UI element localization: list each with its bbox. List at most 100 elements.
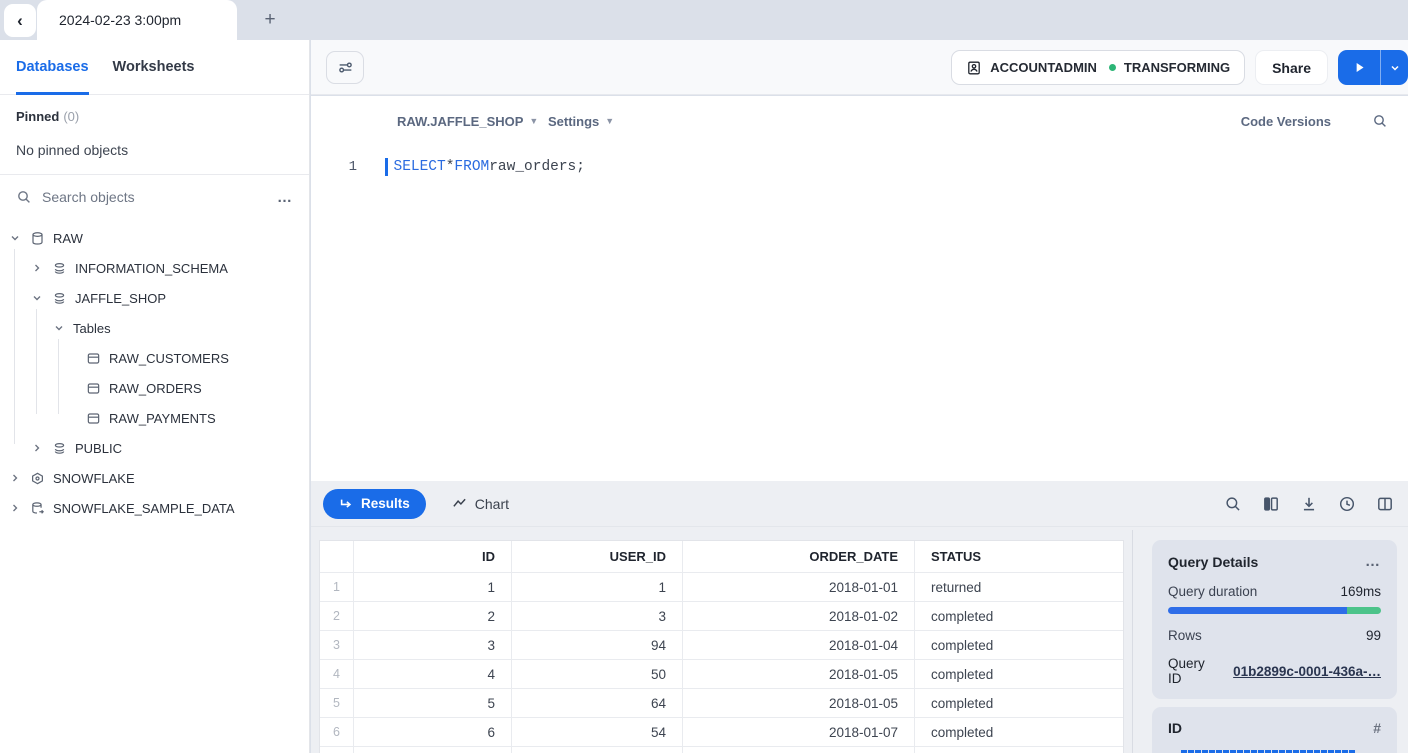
chevron-right-icon[interactable] <box>30 442 44 454</box>
back-button[interactable]: ‹ <box>4 4 36 37</box>
tree-item-label: PUBLIC <box>75 441 122 456</box>
columns-button[interactable] <box>1262 495 1280 513</box>
tree-item-label: SNOWFLAKE <box>53 471 135 486</box>
text-cursor <box>385 158 388 176</box>
chart-line-icon <box>452 496 467 511</box>
cell-status[interactable]: returned <box>914 573 1123 601</box>
tree-item-raw-payments[interactable]: RAW_PAYMENTS <box>0 403 309 433</box>
tree-item-raw-customers[interactable]: RAW_CUSTOMERS <box>0 343 309 373</box>
search-options-button[interactable]: … <box>277 189 293 206</box>
tree-item-information-schema[interactable]: INFORMATION_SCHEMA <box>0 253 309 283</box>
cell-user-id[interactable]: 50 <box>511 660 682 688</box>
run-options-button[interactable] <box>1380 50 1408 85</box>
role-badge-icon <box>966 60 982 76</box>
worksheet-options-button[interactable] <box>326 51 364 84</box>
cell-user-id[interactable]: 94 <box>511 631 682 659</box>
cell-order-date[interactable]: 2018-01-05 <box>682 660 914 688</box>
cell-status[interactable]: completed <box>914 631 1123 659</box>
query-duration-value: 169ms <box>1340 584 1381 599</box>
cell-status[interactable]: completed <box>914 660 1123 688</box>
query-details-menu-button[interactable]: … <box>1365 553 1381 570</box>
query-duration-bar <box>1168 607 1381 614</box>
share-button[interactable]: Share <box>1255 50 1328 85</box>
tree-item-tables[interactable]: Tables <box>0 313 309 343</box>
sql-editor[interactable]: RAW.JAFFLE_SHOP ▼ Settings ▼ Code Versio… <box>311 96 1408 481</box>
run-button[interactable] <box>1338 50 1380 85</box>
cell-id[interactable]: 4 <box>353 660 511 688</box>
table-row[interactable]: 2 2 3 2018-01-02 completed <box>320 601 1123 630</box>
cell-order-date[interactable]: 2018-01-01 <box>682 573 914 601</box>
tab-worksheets[interactable]: Worksheets <box>113 40 195 95</box>
tree-item-snowflake-sample-data[interactable]: SNOWFLAKE_SAMPLE_DATA <box>0 493 309 523</box>
run-button-group <box>1338 50 1408 85</box>
chevron-down-icon[interactable] <box>30 292 44 304</box>
results-panel: Results Chart ID USER_ID ORDER_DATE STAT… <box>311 481 1408 753</box>
tree-item-snowflake[interactable]: SNOWFLAKE <box>0 463 309 493</box>
results-side-panel: Query Details … Query duration 169ms Row… <box>1152 540 1397 753</box>
table-row[interactable]: 5 5 64 2018-01-05 completed <box>320 688 1123 717</box>
sliders-icon <box>337 59 354 76</box>
settings-dropdown[interactable]: Settings ▼ <box>548 114 614 129</box>
cell-user-id[interactable]: 3 <box>511 602 682 630</box>
split-panel-button[interactable] <box>1376 495 1394 513</box>
tree-item-label: Tables <box>73 321 111 336</box>
table-row[interactable]: 4 4 50 2018-01-05 completed <box>320 659 1123 688</box>
play-icon <box>1353 61 1366 74</box>
database-schema-dropdown[interactable]: RAW.JAFFLE_SHOP ▼ <box>397 114 538 129</box>
cell-id[interactable]: 3 <box>353 631 511 659</box>
cell-user-id[interactable]: 54 <box>511 718 682 746</box>
hash-icon[interactable]: # <box>1373 720 1381 736</box>
chevron-right-icon[interactable] <box>30 262 44 274</box>
code-line-1[interactable]: 1 SELECT * FROM raw_orders; <box>311 156 1408 178</box>
editor-search-button[interactable] <box>1372 113 1388 129</box>
cell-order-date[interactable]: 2018-01-04 <box>682 631 914 659</box>
cell-user-id[interactable]: 64 <box>511 689 682 717</box>
cell-order-date[interactable]: 2018-01-02 <box>682 602 914 630</box>
pinned-section-header: Pinned(0) <box>0 95 309 124</box>
add-tab-button[interactable]: + <box>258 8 282 32</box>
tree-item-raw[interactable]: RAW <box>0 223 309 253</box>
worksheet-tab[interactable]: 2024-02-23 3:00pm <box>37 0 237 40</box>
cell-id[interactable]: 6 <box>353 718 511 746</box>
table-row[interactable]: 3 3 94 2018-01-04 completed <box>320 630 1123 659</box>
search-results-button[interactable] <box>1224 495 1242 513</box>
tab-chart[interactable]: Chart <box>452 496 509 512</box>
tab-results[interactable]: Results <box>323 489 426 519</box>
cell-status[interactable]: completed <box>914 602 1123 630</box>
query-id-link[interactable]: 01b2899c-0001-436a-… <box>1233 664 1381 679</box>
chevron-right-icon[interactable] <box>8 472 22 484</box>
cell-id[interactable]: 5 <box>353 689 511 717</box>
tab-databases[interactable]: Databases <box>16 40 89 95</box>
table-icon <box>85 381 102 396</box>
tree-item-jaffle-shop[interactable]: JAFFLE_SHOP <box>0 283 309 313</box>
cell-id[interactable]: 2 <box>353 602 511 630</box>
chevron-down-icon[interactable] <box>52 322 66 334</box>
query-history-button[interactable] <box>1338 495 1356 513</box>
cell-order-date[interactable]: 2018-01-07 <box>682 718 914 746</box>
cell-id[interactable]: 1 <box>353 573 511 601</box>
cell-status[interactable]: completed <box>914 689 1123 717</box>
context-selector-button[interactable]: ACCOUNTADMIN TRANSFORMING <box>951 50 1245 85</box>
chevron-right-icon[interactable] <box>8 502 22 514</box>
tree-item-raw-orders[interactable]: RAW_ORDERS <box>0 373 309 403</box>
tree-item-public[interactable]: PUBLIC <box>0 433 309 463</box>
table-row[interactable]: 6 6 54 2018-01-07 completed <box>320 717 1123 746</box>
table-row[interactable]: 1 1 1 2018-01-01 returned <box>320 572 1123 601</box>
cell-order-date[interactable]: 2018-01-05 <box>682 689 914 717</box>
column-header-order-date[interactable]: ORDER_DATE <box>682 541 914 572</box>
cell-status[interactable]: completed <box>914 718 1123 746</box>
tree-item-label: RAW_PAYMENTS <box>109 411 216 426</box>
cell-user-id[interactable]: 1 <box>511 573 682 601</box>
column-header-user-id[interactable]: USER_ID <box>511 541 682 572</box>
column-header-id[interactable]: ID <box>353 541 511 572</box>
duration-bar-green <box>1347 607 1381 614</box>
object-search[interactable]: Search objects … <box>0 175 309 219</box>
sql-operator: * <box>446 159 455 175</box>
download-button[interactable] <box>1300 495 1318 513</box>
results-arrow-icon <box>339 497 353 511</box>
chevron-down-icon[interactable] <box>8 232 22 244</box>
column-header-status[interactable]: STATUS <box>914 541 1123 572</box>
code-versions-button[interactable]: Code Versions <box>1241 114 1331 129</box>
pinned-count: (0) <box>63 109 79 124</box>
row-number: 1 <box>320 573 353 601</box>
